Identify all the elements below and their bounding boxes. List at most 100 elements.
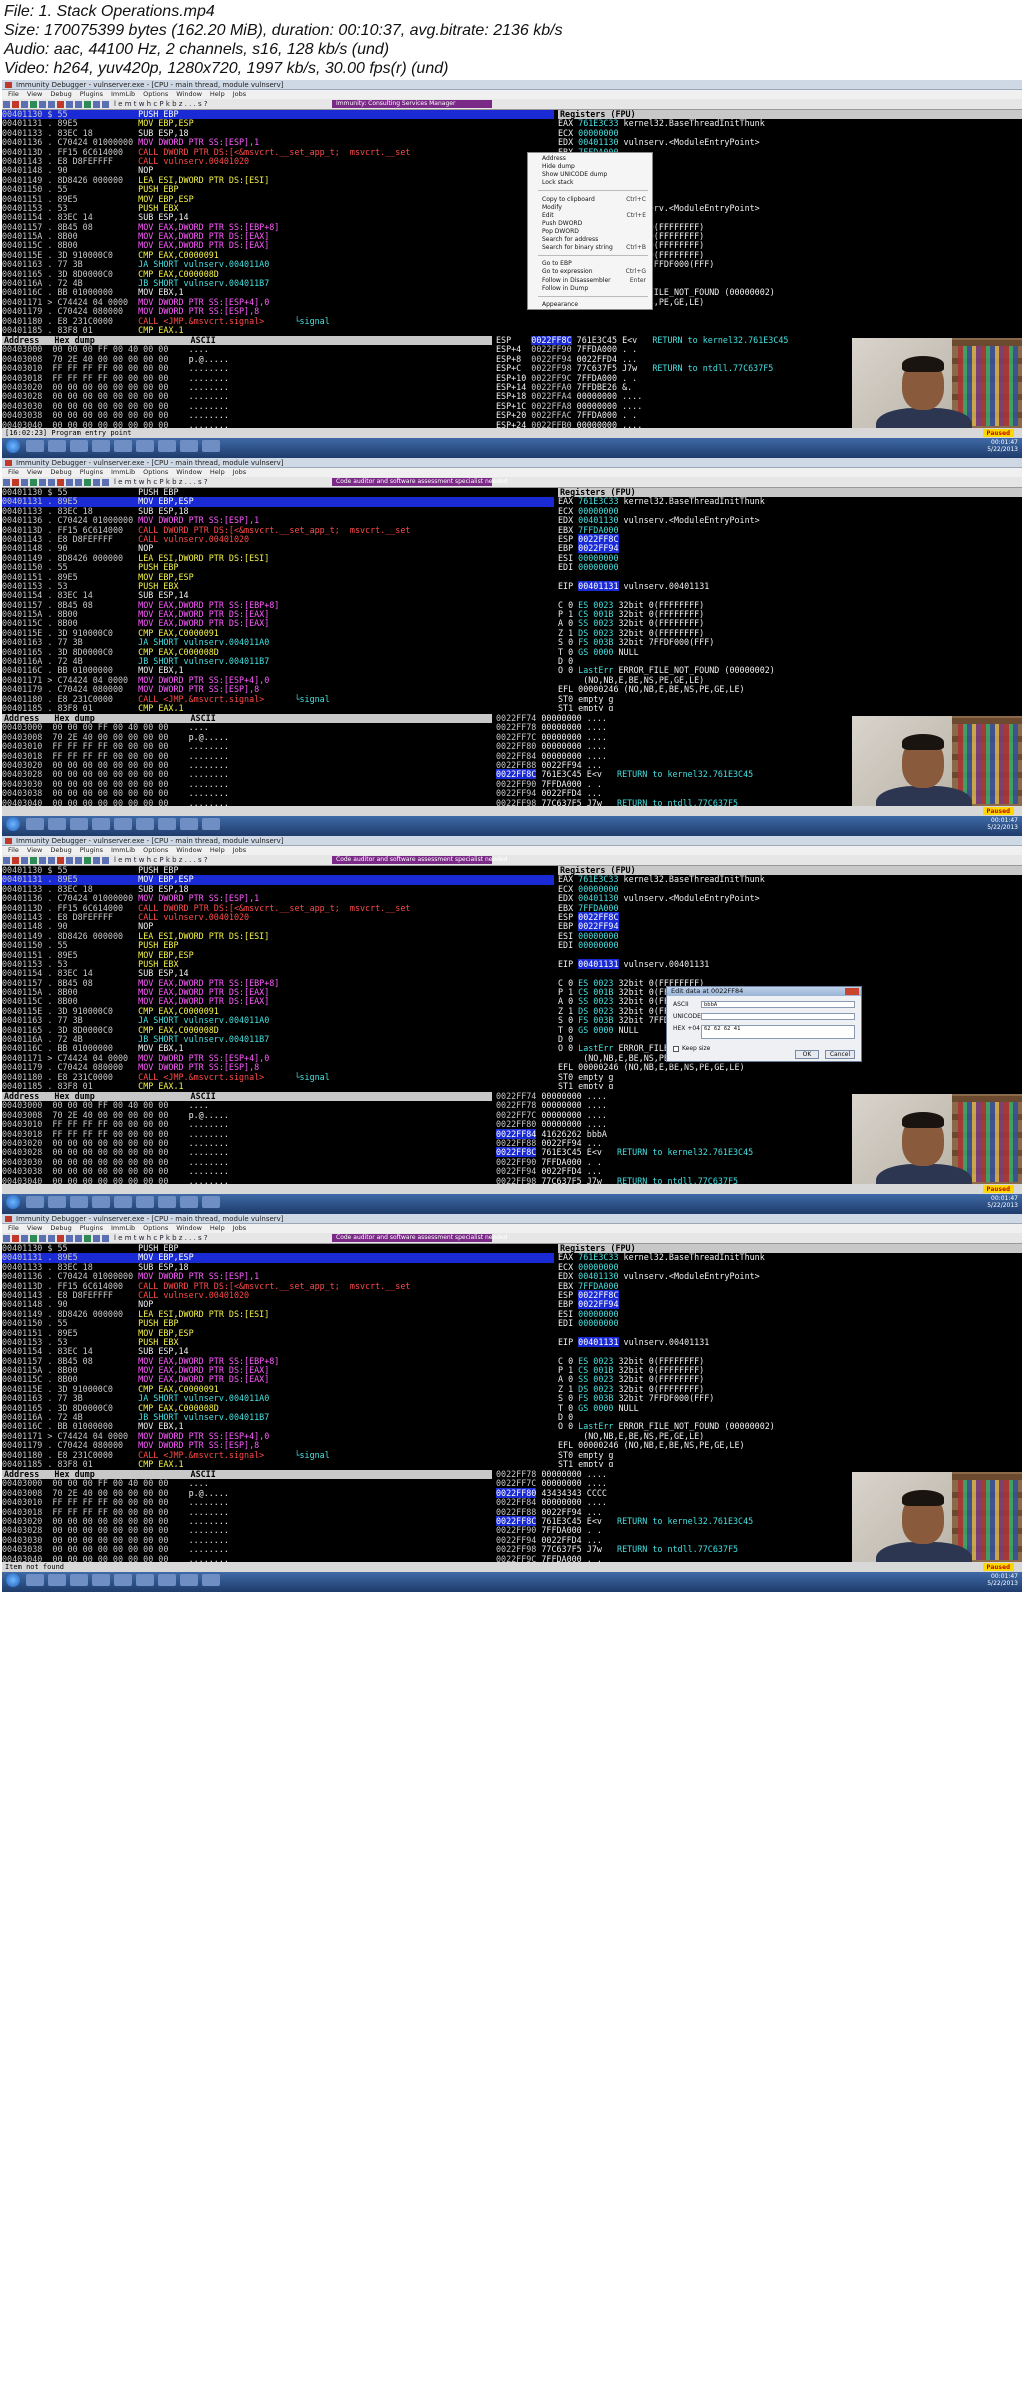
toolbar-button-icon[interactable] (48, 101, 55, 108)
context-menu-item[interactable]: Hide dump (528, 163, 652, 171)
start-orb-icon[interactable] (6, 1195, 20, 1209)
register-row[interactable]: EDI 00000000 (558, 562, 1022, 572)
registers-pane[interactable]: Registers (FPU) EAX 761E3C33 kernel32.Bas… (558, 488, 1022, 711)
toolbar-button-icon[interactable] (93, 479, 100, 486)
register-row[interactable]: EIP 00401131 vulnserv.00401131 (558, 958, 1022, 969)
dump-row[interactable]: 00403040 00 00 00 00 00 00 00 00 .......… (2, 420, 492, 428)
menu-item-options[interactable]: Options (143, 90, 168, 98)
menu-item-file[interactable]: File (8, 468, 19, 476)
register-row[interactable]: EBP 0022FF94 (558, 543, 1022, 554)
dump-row[interactable]: 00403040 00 00 00 00 00 00 00 00 .......… (2, 798, 492, 806)
toolbar-button-icon[interactable] (66, 101, 73, 108)
context-menu-item[interactable]: Search for binary string Ctrl+B (528, 244, 652, 252)
context-menu-item[interactable]: Edit Ctrl+E (528, 212, 652, 220)
disassembly-pane[interactable]: 00401130 $ 55 PUSH EBP 00401131 . 89E5 MO… (2, 488, 554, 711)
menu-item-window[interactable]: Window (176, 90, 202, 98)
taskbar-app-icon[interactable] (136, 1196, 154, 1208)
register-row[interactable]: EDX 00401130 vulnserv.<ModuleEntryPoint> (558, 893, 1022, 903)
taskbar-app-icon[interactable] (114, 440, 132, 452)
menu-item-plugins[interactable]: Plugins (80, 468, 103, 476)
toolbar-button-icon[interactable] (75, 857, 82, 864)
menu-item-debug[interactable]: Debug (50, 846, 71, 854)
ok-button[interactable]: OK (795, 1050, 819, 1059)
stack-pane[interactable]: 0022FF78 00000000 .... 0022FF7C 00000000… (496, 1470, 858, 1562)
toolbar-letters[interactable]: l e m t w h c P k b z . . . s ? (114, 477, 208, 487)
taskbar-app-icon[interactable] (158, 818, 176, 830)
toolbar-button-icon[interactable] (48, 857, 55, 864)
taskbar-app-icon[interactable] (136, 1574, 154, 1586)
taskbar-app-icon[interactable] (158, 1574, 176, 1586)
menu-item-debug[interactable]: Debug (50, 1224, 71, 1232)
taskbar-app-icon[interactable] (70, 1574, 88, 1586)
menu-item-window[interactable]: Window (176, 846, 202, 854)
toolbar-button-icon[interactable] (12, 1235, 19, 1242)
hex-dump-pane[interactable]: Address Hex dump ASCII 00403000 00 00 00 … (2, 714, 492, 806)
toolbar-button-icon[interactable] (66, 857, 73, 864)
toolbar-button-icon[interactable] (57, 1235, 64, 1242)
toolbar-button-icon[interactable] (75, 479, 82, 486)
taskbar-app-icon[interactable] (48, 818, 66, 830)
context-menu-item[interactable]: Appearance (528, 301, 652, 309)
taskbar-app-icon[interactable] (180, 818, 198, 830)
register-row[interactable]: EAX 761E3C33 kernel32.BaseThreadInitThun… (558, 1253, 1022, 1262)
stack-row[interactable]: 0022FF9C 7FFDA000 . . (496, 1554, 858, 1562)
register-row[interactable]: EDX 00401130 vulnserv.<ModuleEntryPoint> (558, 137, 1022, 147)
context-menu-item[interactable]: Go to EBP (528, 260, 652, 268)
toolbar-button-icon[interactable] (3, 857, 10, 864)
taskbar-app-icon[interactable] (136, 818, 154, 830)
menu-item-jobs[interactable]: Jobs (233, 846, 246, 854)
menu-item-view[interactable]: View (27, 846, 42, 854)
taskbar-app-icon[interactable] (202, 1196, 220, 1208)
taskbar-app-icon[interactable] (26, 1196, 44, 1208)
context-menu-item[interactable]: Address (528, 155, 652, 163)
toolbar-button-icon[interactable] (93, 1235, 100, 1242)
toolbar-button-icon[interactable] (57, 479, 64, 486)
toolbar-button-icon[interactable] (39, 101, 46, 108)
register-row[interactable]: EIP 00401131 vulnserv.00401131 (558, 1336, 1022, 1347)
toolbar-button-icon[interactable] (21, 101, 28, 108)
register-row[interactable]: T 0 GS 0000 NULL (558, 1403, 1022, 1413)
toolbar-button-icon[interactable] (30, 857, 37, 864)
register-row[interactable]: EBX 7FFDA000 (558, 525, 1022, 535)
stack-row[interactable]: 0022FF98 77C637F5 J7w RETURN to ntdll.77… (496, 1176, 858, 1184)
disasm-row[interactable]: 00401185 . 83F8 01 CMP EAX,1 (2, 325, 554, 333)
toolbar-button-icon[interactable] (3, 101, 10, 108)
keep-size-checkbox[interactable] (673, 1046, 679, 1052)
taskbar-app-icon[interactable] (48, 1196, 66, 1208)
menu-item-immlib[interactable]: ImmLib (111, 1224, 135, 1232)
taskbar-app-icon[interactable] (70, 440, 88, 452)
toolbar-button-icon[interactable] (3, 479, 10, 486)
disasm-row[interactable]: 00401185 . 83F8 01 CMP EAX,1 (2, 1459, 554, 1467)
menu-item-debug[interactable]: Debug (50, 90, 71, 98)
disasm-row[interactable]: 00401185 . 83F8 01 CMP EAX,1 (2, 1081, 554, 1089)
menu-item-window[interactable]: Window (176, 1224, 202, 1232)
taskbar-app-icon[interactable] (26, 440, 44, 452)
disasm-row[interactable]: 00401185 . 83F8 01 CMP EAX,1 (2, 703, 554, 711)
context-menu-item[interactable]: Lock stack (528, 179, 652, 187)
menu-item-immlib[interactable]: ImmLib (111, 846, 135, 854)
taskbar-app-icon[interactable] (180, 440, 198, 452)
register-row[interactable]: ESI 00000000 (558, 931, 1022, 941)
menu-item-help[interactable]: Help (210, 1224, 225, 1232)
taskbar-app-icon[interactable] (26, 1574, 44, 1586)
start-orb-icon[interactable] (6, 439, 20, 453)
taskbar-app-icon[interactable] (92, 1574, 110, 1586)
context-menu-item[interactable]: Copy to clipboard Ctrl+C (528, 196, 652, 204)
menu-item-help[interactable]: Help (210, 90, 225, 98)
toolbar-button-icon[interactable] (93, 857, 100, 864)
taskbar-app-icon[interactable] (136, 440, 154, 452)
toolbar-letters[interactable]: l e m t w h c P k b z . . . s ? (114, 99, 208, 109)
toolbar-button-icon[interactable] (66, 479, 73, 486)
stack-row[interactable]: ESP+24 0022FFB0 00000000 .... (496, 420, 858, 428)
menu-item-file[interactable]: File (8, 1224, 19, 1232)
toolbar-button-icon[interactable] (75, 101, 82, 108)
toolbar-button-icon[interactable] (84, 857, 91, 864)
register-row[interactable]: ESI 00000000 (558, 1309, 1022, 1319)
toolbar-button-icon[interactable] (84, 1235, 91, 1242)
toolbar-button-icon[interactable] (3, 1235, 10, 1242)
toolbar-button-icon[interactable] (21, 857, 28, 864)
taskbar-app-icon[interactable] (92, 1196, 110, 1208)
toolbar-button-icon[interactable] (30, 479, 37, 486)
toolbar-button-icon[interactable] (39, 1235, 46, 1242)
toolbar-button-icon[interactable] (48, 479, 55, 486)
